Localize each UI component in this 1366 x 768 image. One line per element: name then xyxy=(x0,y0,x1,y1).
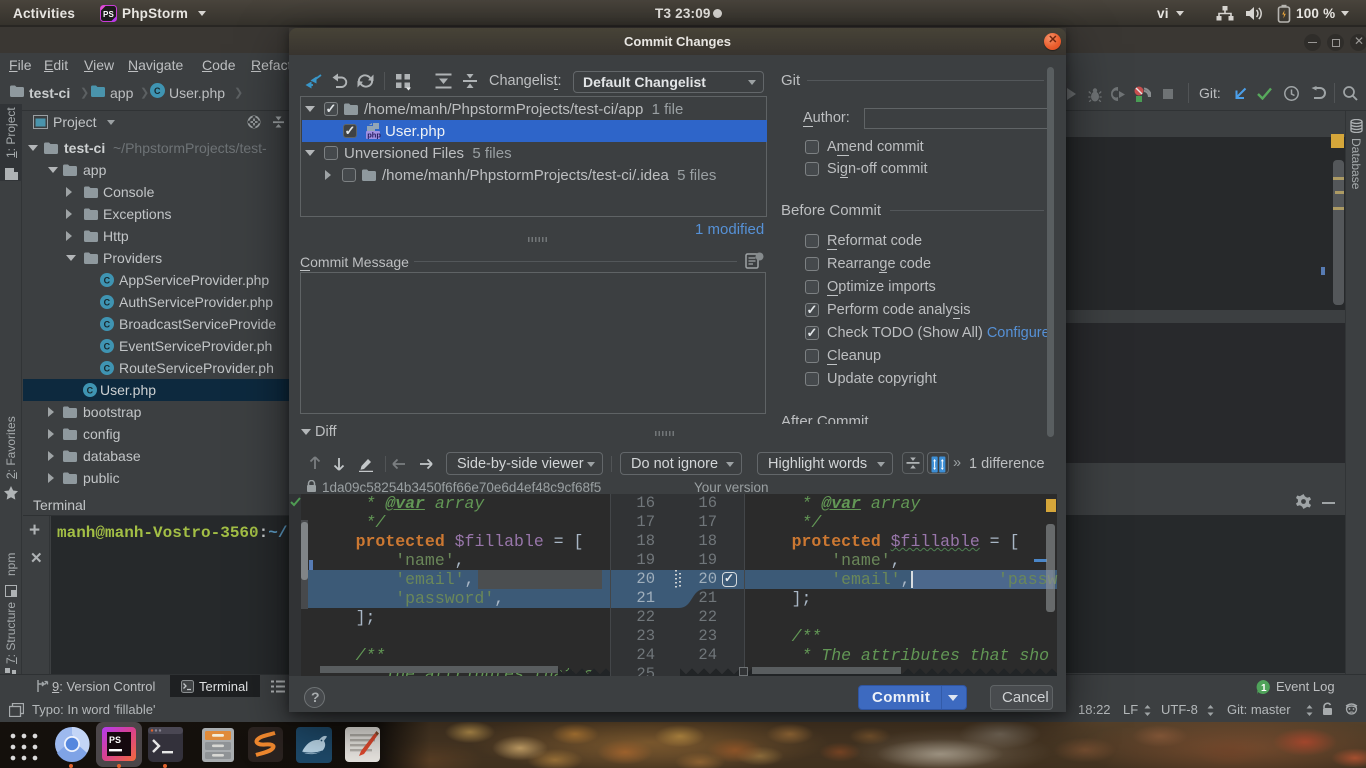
svg-text:PS: PS xyxy=(103,10,115,19)
svg-text:1: 1 xyxy=(1261,683,1267,694)
svg-text:php: php xyxy=(367,131,381,140)
svg-text:C: C xyxy=(154,86,161,96)
svg-text:PS: PS xyxy=(109,735,121,745)
